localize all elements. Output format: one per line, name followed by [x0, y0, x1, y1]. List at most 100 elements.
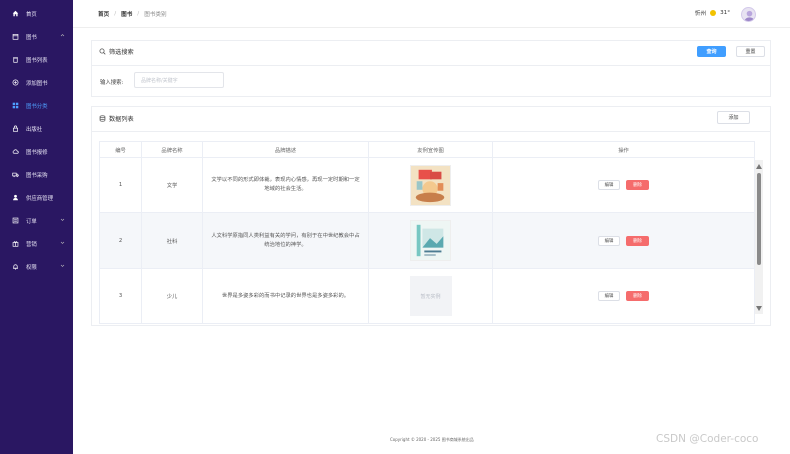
search-input-label: 输入搜索:	[100, 80, 124, 86]
cell-actions: 编辑 删除	[493, 158, 755, 212]
sidebar-item-label: 营销	[26, 241, 37, 248]
footer-copyright: Copyright © 2020 - 2025 图书商城系统出品	[390, 437, 474, 442]
sidebar-item-label: 供应商管理	[26, 195, 53, 202]
table-row: 3 少儿 世界是多姿多彩的而书中记录的世界也是多姿多彩的。 暂无实例 编辑 删除	[99, 269, 755, 324]
cell-actions: 编辑 删除	[493, 269, 755, 323]
trash-icon	[11, 56, 19, 64]
chevron-up-icon	[60, 34, 65, 37]
column-header-actions: 操作	[493, 142, 755, 157]
sidebar-item-label: 图书报修	[26, 149, 48, 156]
breadcrumb-home[interactable]: 首页	[98, 10, 109, 18]
lock-icon	[11, 125, 19, 133]
edit-button[interactable]: 编辑	[598, 180, 620, 190]
user-icon	[11, 194, 19, 202]
scroll-down-arrow-icon[interactable]	[756, 306, 762, 311]
list-title: 数据列表	[99, 114, 134, 123]
delete-button[interactable]: 删除	[626, 235, 649, 246]
chevron-down-icon	[60, 218, 65, 221]
breadcrumb-books[interactable]: 图书	[121, 10, 132, 18]
column-header-name: 品牌名称	[142, 142, 203, 157]
column-header-image: 友例宣传图	[369, 142, 493, 157]
sidebar-item-label: 订单	[26, 218, 37, 225]
cell-image	[369, 213, 493, 268]
sidebar-item-label: 图书	[26, 34, 37, 41]
weather-temperature: 31°	[720, 10, 730, 16]
sidebar: 首页 图书 图书列表 添加图书 图书分类 出版社 图书报修 图书采购 供应商管理…	[0, 0, 73, 454]
sidebar-item-orders[interactable]: 订单	[0, 209, 73, 232]
reset-button[interactable]: 重置	[736, 46, 765, 57]
cell-image	[369, 158, 493, 212]
search-button[interactable]: 查询	[697, 46, 726, 57]
book-cover-image	[410, 164, 451, 206]
truck-icon	[11, 171, 19, 179]
filter-card	[91, 40, 771, 97]
table-row: 1 文学 文学以不同的形式即体裁，表现内心情感，再现一定时期和一定地域的社会生活…	[99, 158, 755, 213]
sidebar-item-label: 图书采购	[26, 172, 48, 179]
divider	[91, 131, 771, 132]
list-icon	[11, 217, 19, 225]
cell-name: 少儿	[142, 269, 203, 323]
sidebar-item-book-category[interactable]: 图书分类	[0, 94, 73, 117]
sidebar-item-publisher[interactable]: 出版社	[0, 117, 73, 140]
sidebar-item-book-purchase[interactable]: 图书采购	[0, 163, 73, 186]
table-header: 编号 品牌名称 品牌描述 友例宣传图 操作	[99, 141, 755, 158]
delete-button[interactable]: 删除	[626, 291, 649, 301]
breadcrumb-separator: /	[114, 10, 117, 17]
database-icon	[99, 115, 106, 122]
cell-name: 文学	[142, 158, 203, 212]
gift-icon	[11, 240, 19, 248]
column-header-id: 编号	[99, 142, 142, 157]
chevron-down-icon	[60, 264, 65, 267]
cell-name: 社科	[142, 213, 203, 268]
edit-button[interactable]: 编辑	[598, 291, 620, 301]
breadcrumb-current: 图书类别	[144, 11, 167, 18]
cell-description: 文学以不同的形式即体裁，表现内心情感，再现一定时期和一定地域的社会生活。	[203, 158, 369, 212]
watermark: CSDN @Coder-coco	[656, 433, 759, 445]
sidebar-item-label: 图书分类	[26, 103, 48, 110]
cell-actions: 编辑 删除	[493, 213, 755, 268]
cell-description: 世界是多姿多彩的而书中记录的世界也是多姿多彩的。	[203, 269, 369, 323]
divider	[91, 65, 771, 66]
scrollbar-thumb[interactable]	[757, 173, 761, 265]
sidebar-item-supplier[interactable]: 供应商管理	[0, 186, 73, 209]
avatar[interactable]	[741, 7, 756, 22]
sidebar-item-permissions[interactable]: 权限	[0, 255, 73, 278]
bell-icon	[11, 263, 19, 271]
no-image-placeholder: 暂无实例	[409, 276, 452, 316]
edit-button[interactable]: 编辑	[598, 235, 620, 246]
sidebar-item-label: 首页	[26, 11, 37, 18]
table-row: 2 社科 人文科学原指同人类利益有关的学问，有别于在中世纪教会中占统治地位的神学…	[99, 213, 755, 269]
home-icon	[11, 10, 19, 18]
cell-id: 3	[99, 269, 142, 323]
sidebar-item-add-book[interactable]: 添加图书	[0, 71, 73, 94]
filter-title: 筛选搜索	[99, 47, 134, 56]
add-button[interactable]: 添加	[717, 111, 750, 124]
sidebar-item-books[interactable]: 图书	[0, 25, 73, 48]
cell-image: 暂无实例	[369, 269, 493, 323]
cell-id: 1	[99, 158, 142, 212]
book-cover-image	[410, 220, 451, 261]
breadcrumb-separator: /	[137, 10, 140, 17]
sidebar-item-label: 出版社	[26, 126, 43, 133]
breadcrumb: 首页 / 图书 / 图书类别	[98, 10, 167, 18]
filter-title-text: 筛选搜索	[109, 49, 134, 56]
sidebar-item-label: 图书列表	[26, 57, 48, 64]
chevron-down-icon	[60, 241, 65, 244]
sidebar-item-book-repair[interactable]: 图书报修	[0, 140, 73, 163]
sidebar-item-label: 权限	[26, 264, 37, 271]
top-header: 首页 / 图书 / 图书类别	[73, 0, 790, 28]
cell-description: 人文科学原指同人类利益有关的学问，有别于在中世纪教会中占统治地位的神学。	[203, 213, 369, 268]
search-icon	[99, 48, 106, 55]
sidebar-item-book-list[interactable]: 图书列表	[0, 48, 73, 71]
sidebar-item-home[interactable]: 首页	[0, 2, 73, 25]
weather-widget: 忻州 31°	[695, 9, 730, 17]
column-header-description: 品牌描述	[203, 142, 369, 157]
sidebar-item-marketing[interactable]: 营销	[0, 232, 73, 255]
search-input-placeholder: 品牌名称/关键字	[141, 77, 178, 84]
scroll-up-arrow-icon[interactable]	[756, 164, 762, 169]
cloud-icon	[11, 148, 19, 156]
search-input[interactable]: 品牌名称/关键字	[134, 72, 224, 88]
delete-button[interactable]: 删除	[626, 180, 649, 190]
sidebar-item-label: 添加图书	[26, 80, 48, 87]
grid-icon	[11, 102, 19, 110]
